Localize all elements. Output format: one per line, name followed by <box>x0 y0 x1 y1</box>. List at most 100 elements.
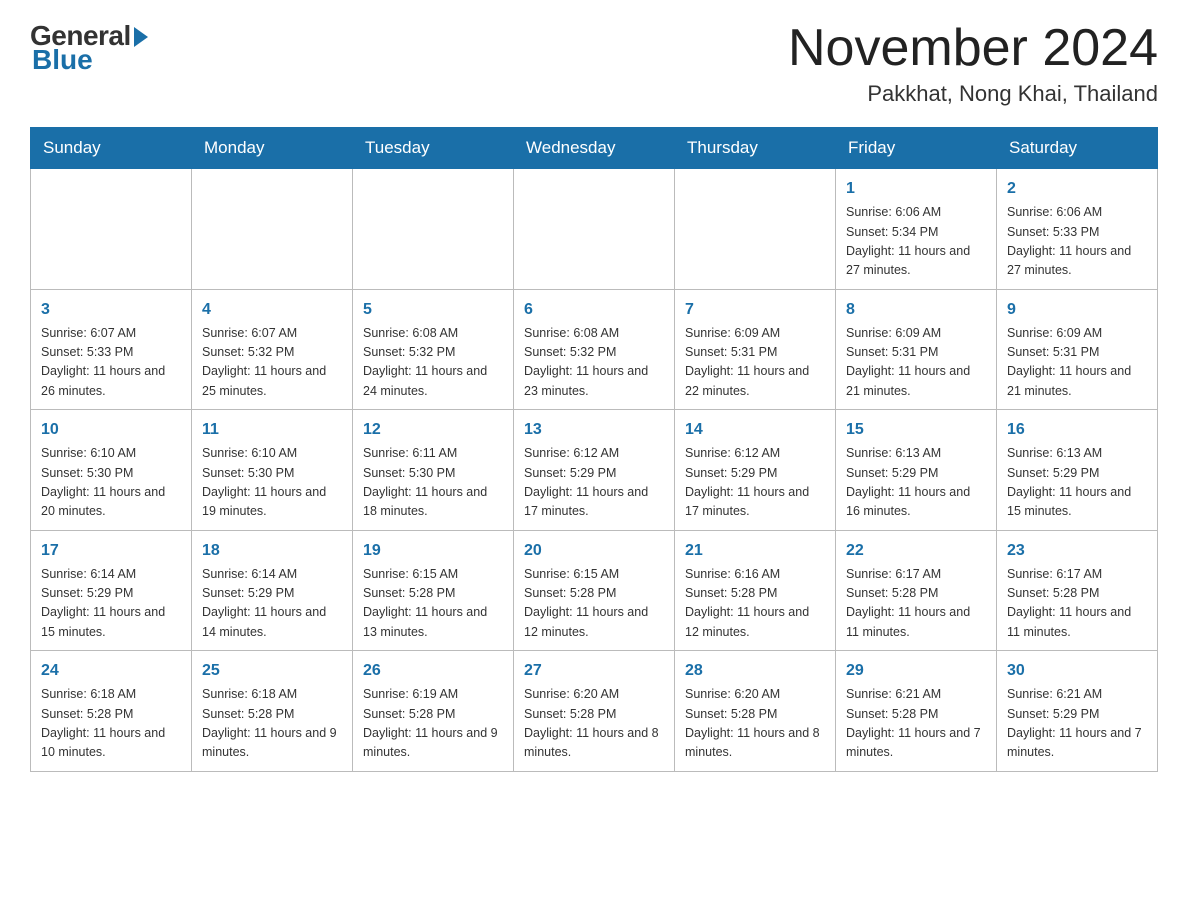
day-number: 10 <box>41 418 181 442</box>
calendar-day-cell: 19Sunrise: 6:15 AM Sunset: 5:28 PM Dayli… <box>353 530 514 651</box>
day-number: 30 <box>1007 659 1147 683</box>
calendar-day-cell <box>675 169 836 290</box>
day-info: Sunrise: 6:13 AM Sunset: 5:29 PM Dayligh… <box>846 444 986 522</box>
calendar-day-cell: 17Sunrise: 6:14 AM Sunset: 5:29 PM Dayli… <box>31 530 192 651</box>
calendar-day-cell <box>514 169 675 290</box>
day-number: 1 <box>846 177 986 201</box>
day-number: 16 <box>1007 418 1147 442</box>
day-number: 13 <box>524 418 664 442</box>
day-info: Sunrise: 6:14 AM Sunset: 5:29 PM Dayligh… <box>202 565 342 643</box>
location-subtitle: Pakkhat, Nong Khai, Thailand <box>788 81 1158 107</box>
day-info: Sunrise: 6:19 AM Sunset: 5:28 PM Dayligh… <box>363 685 503 763</box>
day-info: Sunrise: 6:15 AM Sunset: 5:28 PM Dayligh… <box>524 565 664 643</box>
day-info: Sunrise: 6:09 AM Sunset: 5:31 PM Dayligh… <box>685 324 825 402</box>
calendar-day-header: Sunday <box>31 128 192 169</box>
calendar-day-cell: 12Sunrise: 6:11 AM Sunset: 5:30 PM Dayli… <box>353 410 514 531</box>
calendar-day-cell: 18Sunrise: 6:14 AM Sunset: 5:29 PM Dayli… <box>192 530 353 651</box>
day-info: Sunrise: 6:20 AM Sunset: 5:28 PM Dayligh… <box>524 685 664 763</box>
calendar-day-cell: 4Sunrise: 6:07 AM Sunset: 5:32 PM Daylig… <box>192 289 353 410</box>
calendar-table: SundayMondayTuesdayWednesdayThursdayFrid… <box>30 127 1158 772</box>
day-info: Sunrise: 6:11 AM Sunset: 5:30 PM Dayligh… <box>363 444 503 522</box>
day-info: Sunrise: 6:10 AM Sunset: 5:30 PM Dayligh… <box>41 444 181 522</box>
calendar-day-cell: 28Sunrise: 6:20 AM Sunset: 5:28 PM Dayli… <box>675 651 836 772</box>
day-number: 29 <box>846 659 986 683</box>
logo: General Blue <box>30 20 148 76</box>
title-area: November 2024 Pakkhat, Nong Khai, Thaila… <box>788 20 1158 107</box>
calendar-day-cell: 21Sunrise: 6:16 AM Sunset: 5:28 PM Dayli… <box>675 530 836 651</box>
calendar-day-cell: 16Sunrise: 6:13 AM Sunset: 5:29 PM Dayli… <box>997 410 1158 531</box>
calendar-day-cell: 8Sunrise: 6:09 AM Sunset: 5:31 PM Daylig… <box>836 289 997 410</box>
day-info: Sunrise: 6:14 AM Sunset: 5:29 PM Dayligh… <box>41 565 181 643</box>
day-number: 9 <box>1007 298 1147 322</box>
calendar-day-cell: 25Sunrise: 6:18 AM Sunset: 5:28 PM Dayli… <box>192 651 353 772</box>
day-number: 24 <box>41 659 181 683</box>
calendar-day-cell: 1Sunrise: 6:06 AM Sunset: 5:34 PM Daylig… <box>836 169 997 290</box>
calendar-day-header: Friday <box>836 128 997 169</box>
month-title: November 2024 <box>788 20 1158 77</box>
calendar-week-row: 10Sunrise: 6:10 AM Sunset: 5:30 PM Dayli… <box>31 410 1158 531</box>
day-info: Sunrise: 6:20 AM Sunset: 5:28 PM Dayligh… <box>685 685 825 763</box>
calendar-week-row: 17Sunrise: 6:14 AM Sunset: 5:29 PM Dayli… <box>31 530 1158 651</box>
calendar-day-cell: 6Sunrise: 6:08 AM Sunset: 5:32 PM Daylig… <box>514 289 675 410</box>
day-info: Sunrise: 6:07 AM Sunset: 5:32 PM Dayligh… <box>202 324 342 402</box>
day-number: 11 <box>202 418 342 442</box>
calendar-day-cell: 22Sunrise: 6:17 AM Sunset: 5:28 PM Dayli… <box>836 530 997 651</box>
day-info: Sunrise: 6:12 AM Sunset: 5:29 PM Dayligh… <box>685 444 825 522</box>
day-info: Sunrise: 6:06 AM Sunset: 5:33 PM Dayligh… <box>1007 203 1147 281</box>
day-info: Sunrise: 6:09 AM Sunset: 5:31 PM Dayligh… <box>1007 324 1147 402</box>
day-number: 3 <box>41 298 181 322</box>
calendar-header-row: SundayMondayTuesdayWednesdayThursdayFrid… <box>31 128 1158 169</box>
logo-arrow-icon <box>134 27 148 47</box>
calendar-week-row: 24 Sunrise: 6:18 AM Sunset: 5:28 PM Dayli… <box>31 651 1158 772</box>
day-number: 4 <box>202 298 342 322</box>
logo-blue-text: Blue <box>32 44 93 76</box>
calendar-day-cell: 14Sunrise: 6:12 AM Sunset: 5:29 PM Dayli… <box>675 410 836 531</box>
calendar-day-cell: 23Sunrise: 6:17 AM Sunset: 5:28 PM Dayli… <box>997 530 1158 651</box>
calendar-day-cell: 26Sunrise: 6:19 AM Sunset: 5:28 PM Dayli… <box>353 651 514 772</box>
day-number: 8 <box>846 298 986 322</box>
day-info: Sunrise: 6:16 AM Sunset: 5:28 PM Dayligh… <box>685 565 825 643</box>
day-info: Sunrise: 6:10 AM Sunset: 5:30 PM Dayligh… <box>202 444 342 522</box>
calendar-day-header: Thursday <box>675 128 836 169</box>
calendar-day-header: Monday <box>192 128 353 169</box>
day-number: 26 <box>363 659 503 683</box>
calendar-day-cell: 15Sunrise: 6:13 AM Sunset: 5:29 PM Dayli… <box>836 410 997 531</box>
day-number: 25 <box>202 659 342 683</box>
calendar-day-cell: 30Sunrise: 6:21 AM Sunset: 5:29 PM Dayli… <box>997 651 1158 772</box>
day-info: Sunrise: 6:12 AM Sunset: 5:29 PM Dayligh… <box>524 444 664 522</box>
calendar-week-row: 1Sunrise: 6:06 AM Sunset: 5:34 PM Daylig… <box>31 169 1158 290</box>
day-info: Sunrise: 6:09 AM Sunset: 5:31 PM Dayligh… <box>846 324 986 402</box>
calendar-day-cell <box>31 169 192 290</box>
calendar-day-cell: 24Sunrise: 6:18 AM Sunset: 5:28 PM Dayli… <box>31 651 192 772</box>
calendar-week-row: 3Sunrise: 6:07 AM Sunset: 5:33 PM Daylig… <box>31 289 1158 410</box>
calendar-day-cell: 11Sunrise: 6:10 AM Sunset: 5:30 PM Dayli… <box>192 410 353 531</box>
day-number: 22 <box>846 539 986 563</box>
day-info: Sunrise: 6:17 AM Sunset: 5:28 PM Dayligh… <box>846 565 986 643</box>
day-info: Sunrise: 6:08 AM Sunset: 5:32 PM Dayligh… <box>363 324 503 402</box>
calendar-day-cell: 10Sunrise: 6:10 AM Sunset: 5:30 PM Dayli… <box>31 410 192 531</box>
day-info: Sunrise: 6:07 AM Sunset: 5:33 PM Dayligh… <box>41 324 181 402</box>
calendar-day-header: Wednesday <box>514 128 675 169</box>
calendar-day-cell: 29Sunrise: 6:21 AM Sunset: 5:28 PM Dayli… <box>836 651 997 772</box>
calendar-day-cell <box>192 169 353 290</box>
day-number: 17 <box>41 539 181 563</box>
day-number: 18 <box>202 539 342 563</box>
day-info: Sunrise: 6:17 AM Sunset: 5:28 PM Dayligh… <box>1007 565 1147 643</box>
calendar-day-cell: 13Sunrise: 6:12 AM Sunset: 5:29 PM Dayli… <box>514 410 675 531</box>
day-info: Sunrise: 6:21 AM Sunset: 5:28 PM Dayligh… <box>846 685 986 763</box>
day-number: 7 <box>685 298 825 322</box>
day-number: 23 <box>1007 539 1147 563</box>
day-info: Sunrise: 6:08 AM Sunset: 5:32 PM Dayligh… <box>524 324 664 402</box>
day-info: Sunrise: 6:06 AM Sunset: 5:34 PM Dayligh… <box>846 203 986 281</box>
day-info: Sunrise: 6:18 AM Sunset: 5:28 PM Dayligh… <box>202 685 342 763</box>
calendar-day-cell: 27Sunrise: 6:20 AM Sunset: 5:28 PM Dayli… <box>514 651 675 772</box>
day-info: Sunrise: 6:21 AM Sunset: 5:29 PM Dayligh… <box>1007 685 1147 763</box>
calendar-day-cell: 2Sunrise: 6:06 AM Sunset: 5:33 PM Daylig… <box>997 169 1158 290</box>
day-number: 20 <box>524 539 664 563</box>
calendar-day-cell: 3Sunrise: 6:07 AM Sunset: 5:33 PM Daylig… <box>31 289 192 410</box>
calendar-day-cell: 9Sunrise: 6:09 AM Sunset: 5:31 PM Daylig… <box>997 289 1158 410</box>
page-header: General Blue November 2024 Pakkhat, Nong… <box>30 20 1158 107</box>
day-number: 6 <box>524 298 664 322</box>
calendar-day-cell: 7Sunrise: 6:09 AM Sunset: 5:31 PM Daylig… <box>675 289 836 410</box>
day-info: Sunrise: 6:13 AM Sunset: 5:29 PM Dayligh… <box>1007 444 1147 522</box>
